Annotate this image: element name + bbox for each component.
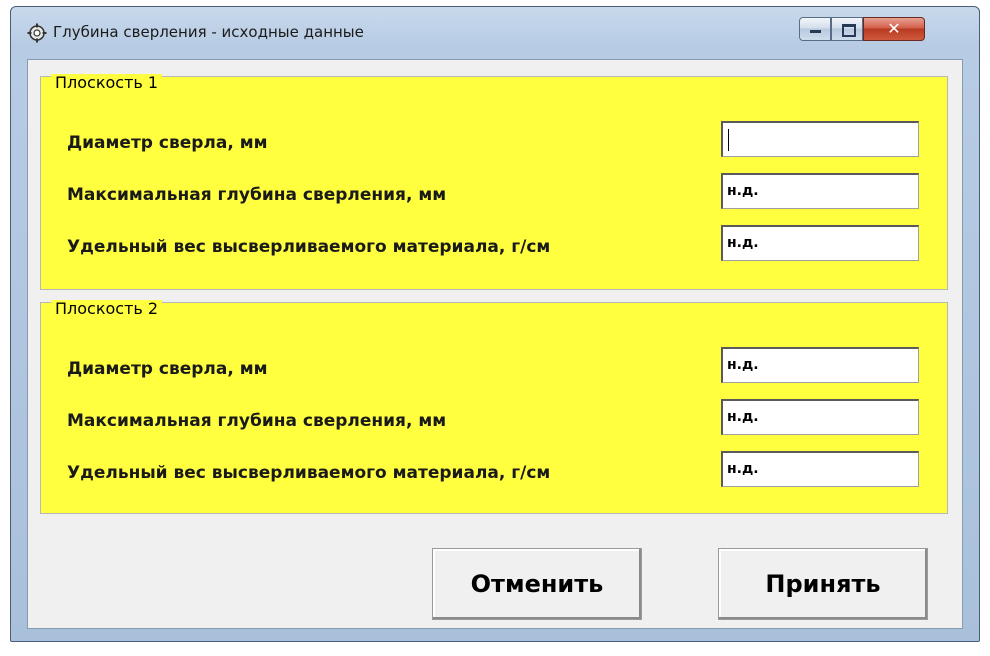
label-drill-diameter-1: Диаметр сверла, мм (67, 133, 268, 153)
minimize-button[interactable] (799, 17, 831, 41)
input-specific-weight-1[interactable]: н.д. (721, 225, 919, 261)
close-button[interactable]: ✕ (863, 17, 925, 41)
maximize-icon (842, 24, 856, 37)
group-plane-1: Плоскость 1 Диаметр сверла, мм Максималь… (40, 74, 948, 290)
label-max-depth-1: Максимальная глубина сверления, мм (67, 185, 447, 205)
input-max-depth-2[interactable]: н.д. (721, 399, 919, 435)
input-specific-weight-2[interactable]: н.д. (721, 451, 919, 487)
maximize-button[interactable] (831, 17, 863, 41)
group-title-plane-1: Плоскость 1 (51, 74, 163, 92)
input-drill-diameter-2[interactable]: н.д. (721, 347, 919, 383)
close-icon: ✕ (887, 19, 901, 38)
title-bar[interactable]: Глубина сверления - исходные данные ✕ (11, 7, 979, 53)
label-specific-weight-2: Удельный вес высверливаемого материала, … (67, 463, 551, 483)
dialog-window: Глубина сверления - исходные данные ✕ Пл… (10, 6, 980, 642)
group-title-plane-2: Плоскость 2 (51, 300, 163, 318)
minimize-icon (810, 30, 821, 33)
window-title: Глубина сверления - исходные данные (53, 23, 364, 41)
label-max-depth-2: Максимальная глубина сверления, мм (67, 411, 447, 431)
cancel-button[interactable]: Отменить (432, 548, 642, 620)
input-drill-diameter-1[interactable] (721, 121, 919, 157)
gear-icon (27, 23, 47, 43)
dialog-client-area: Плоскость 1 Диаметр сверла, мм Максималь… (27, 59, 963, 629)
accept-button[interactable]: Принять (718, 548, 928, 620)
text-caret (728, 129, 729, 151)
input-max-depth-1[interactable]: н.д. (721, 173, 919, 209)
label-drill-diameter-2: Диаметр сверла, мм (67, 359, 268, 379)
group-plane-2: Плоскость 2 Диаметр сверла, мм н.д. Макс… (40, 300, 948, 514)
label-specific-weight-1: Удельный вес высверливаемого материала, … (67, 237, 551, 257)
